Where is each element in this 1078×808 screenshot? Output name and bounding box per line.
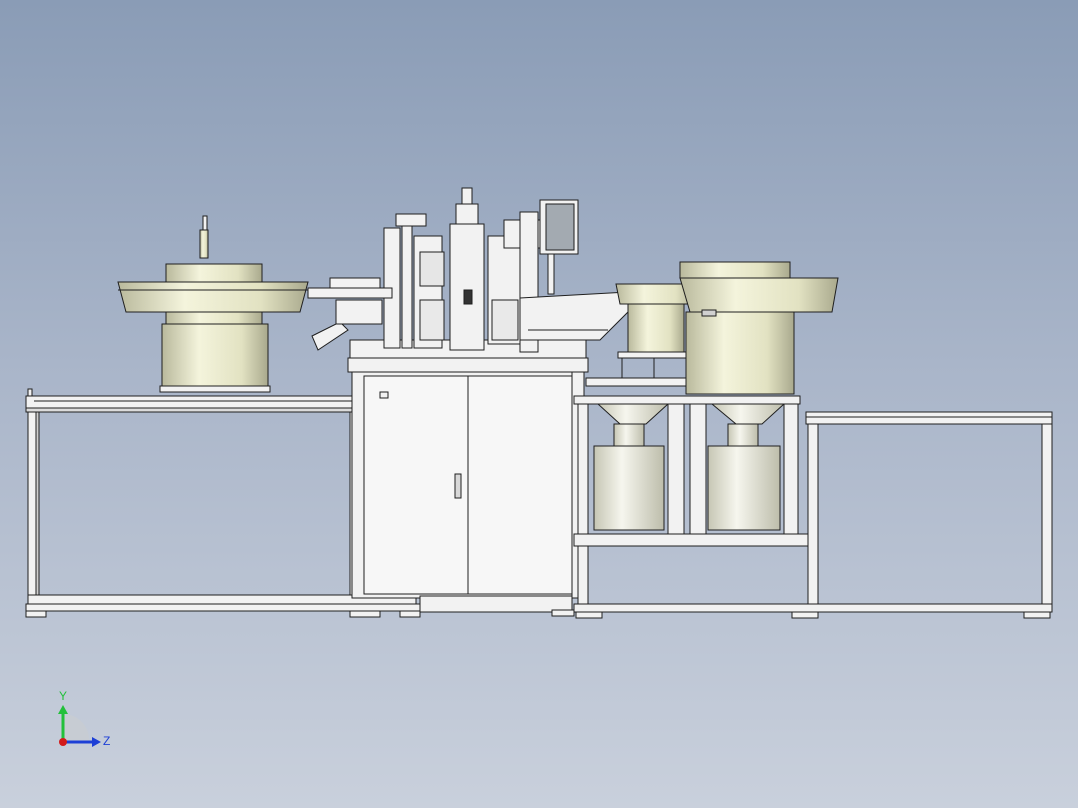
x-axis-dot <box>59 738 67 746</box>
left-hopper <box>593 403 670 531</box>
right-frame <box>805 411 1053 605</box>
right-hopper <box>707 403 786 531</box>
z-axis-label: Z <box>103 734 110 748</box>
cad-viewport[interactable]: Y Z <box>0 0 1078 808</box>
left-vibratory-bowl <box>117 215 349 393</box>
hmi-screen <box>539 199 579 295</box>
y-axis-arrowhead <box>58 705 68 714</box>
small-vibratory-bowl <box>615 283 697 378</box>
triad-quadrant-shading <box>63 713 90 742</box>
z-axis-arrowhead <box>92 737 101 747</box>
y-axis-label: Y <box>59 689 67 703</box>
machine-assembly-drawing: Y Z <box>25 187 1053 748</box>
center-mechanism <box>307 187 641 359</box>
large-right-vibratory-bowl <box>679 261 839 395</box>
coordinate-triad: Y Z <box>58 689 110 748</box>
center-cabinet <box>347 357 589 617</box>
